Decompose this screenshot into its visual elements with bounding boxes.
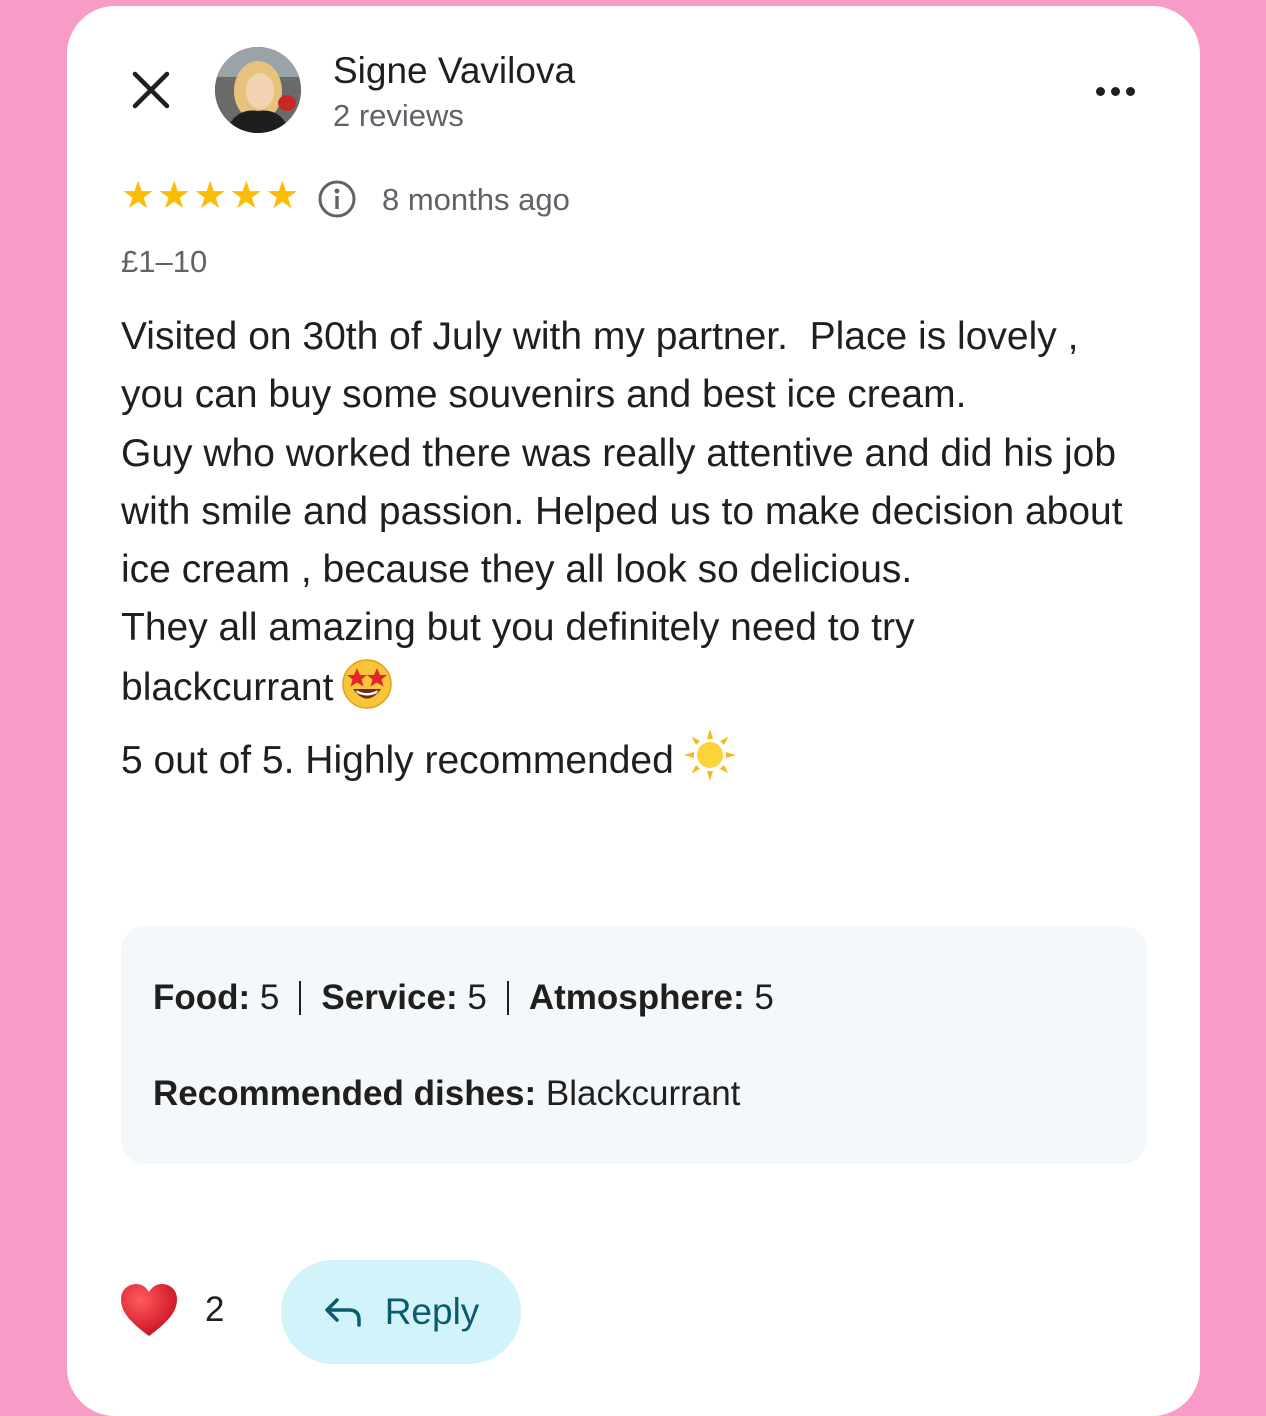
more-options-button[interactable]	[1089, 74, 1141, 108]
reply-button[interactable]: Reply	[281, 1260, 521, 1364]
divider	[506, 981, 509, 1015]
food-label: Food:	[153, 978, 251, 1017]
dishes-label: Recommended dishes:	[153, 1074, 537, 1113]
reviewer-review-count: 2 reviews	[333, 98, 464, 133]
review-paragraph: Visited on 30th of July with my partner.…	[121, 315, 1090, 417]
food-value: 5	[259, 978, 280, 1017]
star-icon: ★	[265, 175, 300, 217]
review-paragraph-text: 5 out of 5. Highly recommended	[121, 739, 674, 783]
sun-emoji-icon	[682, 727, 738, 800]
reply-arrow-icon	[324, 1298, 361, 1327]
star-rating: ★ ★ ★ ★ ★	[121, 176, 299, 216]
star-icon: ★	[193, 175, 228, 217]
star-icon: ★	[121, 175, 156, 217]
close-icon	[132, 71, 170, 109]
info-icon[interactable]	[317, 179, 357, 219]
review-details-box: Food: 5 Service: 5 Atmosphere: 5 Recomme…	[121, 926, 1147, 1164]
atmosphere-label: Atmosphere:	[528, 978, 745, 1017]
recommended-dishes: Recommended dishes: Blackcurrant	[153, 1074, 740, 1114]
reviewer-name[interactable]: Signe Vavilova	[333, 50, 575, 92]
review-paragraph-text: They all amazing but you definitely need…	[121, 606, 926, 709]
review-card: Signe Vavilova 2 reviews ★ ★ ★ ★ ★ 8 mon…	[67, 6, 1200, 1416]
star-icon: ★	[229, 175, 264, 217]
avatar-image	[215, 47, 301, 133]
close-button[interactable]	[127, 66, 175, 114]
more-icon	[1095, 86, 1105, 96]
reply-label: Reply	[384, 1291, 480, 1332]
review-paragraph: 5 out of 5. Highly recommended	[121, 727, 1131, 800]
like-button[interactable]: 2	[119, 1282, 224, 1338]
review-text: Visited on 30th of July with my partner.…	[121, 308, 1131, 800]
atmosphere-value: 5	[754, 978, 774, 1017]
star-struck-emoji-icon	[341, 658, 393, 727]
heart-icon	[121, 1284, 177, 1336]
divider	[299, 981, 302, 1015]
review-time: 8 months ago	[382, 182, 570, 217]
dishes-value: Blackcurrant	[545, 1074, 741, 1113]
star-icon: ★	[157, 175, 192, 217]
service-label: Service:	[321, 978, 458, 1017]
avatar[interactable]	[215, 47, 301, 133]
review-paragraph: They all amazing but you definitely need…	[121, 599, 1131, 727]
like-count: 2	[205, 1290, 225, 1329]
attribute-ratings: Food: 5 Service: 5 Atmosphere: 5	[153, 978, 774, 1018]
review-paragraph: Guy who worked there was really attentiv…	[121, 431, 1134, 592]
price-range: £1–10	[121, 244, 208, 279]
service-value: 5	[467, 978, 487, 1017]
